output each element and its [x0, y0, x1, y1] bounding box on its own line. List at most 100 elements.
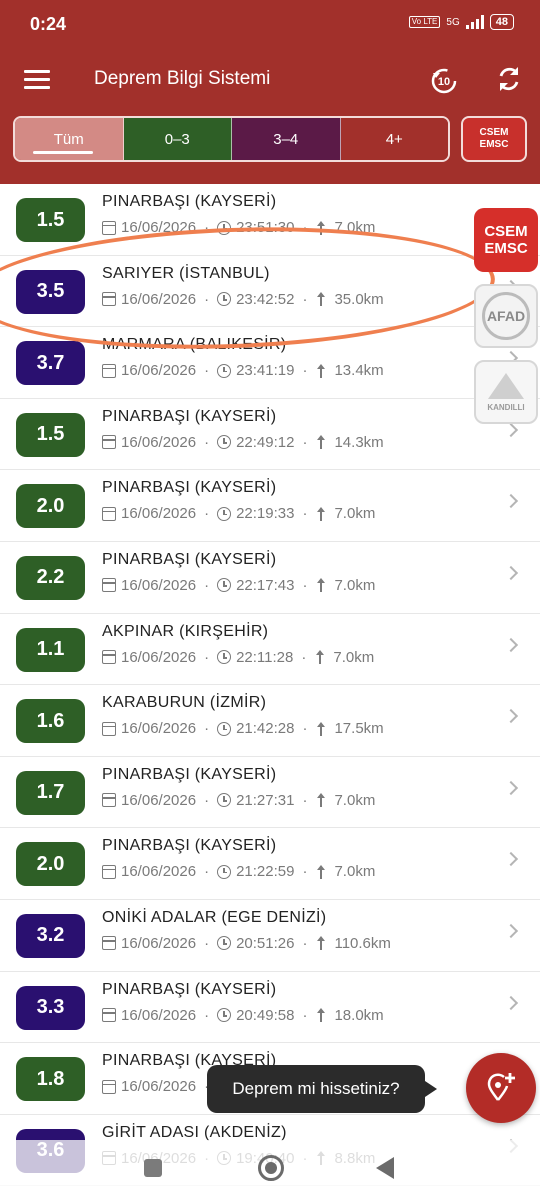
earthquake-row[interactable]: 3.2 ONİKİ ADALAR (EGE DENİZİ) 16/06/2026 · 2… — [0, 900, 540, 972]
magnitude-badge: 2.2 — [16, 555, 85, 600]
earthquake-row[interactable]: 1.1 AKPINAR (KIRŞEHİR) 16/06/2026 · 22:11:28… — [0, 614, 540, 686]
separator-dot: · — [301, 648, 307, 666]
location-label: SARIYER (İSTANBUL) — [102, 264, 270, 282]
depth-arrow-icon — [315, 721, 329, 736]
magnitude-badge: 1.5 — [16, 198, 85, 242]
quake-time: 21:42:28 — [236, 720, 295, 738]
report-felt-quake-button[interactable] — [466, 1053, 536, 1123]
filter-bar: Tüm 0–3 3–4 4+ CSEM EMSC — [0, 112, 540, 184]
separator-dot: · — [302, 433, 308, 451]
clock-icon — [217, 1008, 232, 1023]
separator-dot: · — [204, 362, 210, 380]
calendar-icon — [102, 936, 116, 951]
quake-time: 23:41:19 — [236, 362, 295, 380]
back-button[interactable] — [376, 1157, 394, 1179]
filter-4-plus[interactable]: 4+ — [340, 118, 448, 160]
earthquake-row[interactable]: 1.6 KARABURUN (İZMİR) 16/06/2026 · 21:42:28 ·… — [0, 685, 540, 757]
separator-dot: · — [302, 791, 308, 809]
location-label: KARABURUN (İZMİR) — [102, 694, 267, 712]
quake-depth: 14.3km — [334, 433, 384, 451]
separator-dot: · — [204, 720, 210, 738]
quake-meta: 16/06/2026 · 22:49:12 · 14.3km — [102, 434, 384, 451]
quake-date: 16/06/2026 — [121, 576, 197, 594]
recents-button[interactable] — [144, 1159, 162, 1177]
afad-label: AFAD — [486, 308, 526, 324]
separator-dot: · — [204, 648, 210, 666]
calendar-icon — [102, 1079, 116, 1094]
earthquake-row[interactable]: 3.7 MARMARA (BALIKESİR) 16/06/2026 · 23:41:1… — [0, 327, 540, 399]
quake-meta: 16/06/2026 · 23:41:19 · 13.4km — [102, 362, 384, 379]
filter-3-4[interactable]: 3–4 — [232, 118, 341, 160]
location-label: PINARBAŞI (KAYSERİ) — [102, 550, 277, 568]
quake-depth: 7.0km — [333, 648, 375, 666]
separator-dot: · — [302, 505, 308, 523]
kandilli-side-button[interactable]: KANDILLI — [474, 360, 538, 424]
earthquake-row[interactable]: 2.0 PINARBAŞI (KAYSERİ) 16/06/2026 · 22:19:3… — [0, 470, 540, 542]
quake-date: 16/06/2026 — [121, 433, 197, 451]
felt-quake-tooltip: Deprem mi hissetiniz? — [207, 1065, 437, 1113]
quake-meta: 16/06/2026 · 20:49:58 · 18.0km — [102, 1007, 384, 1024]
quake-date: 16/06/2026 — [121, 290, 197, 308]
app-title: Deprem Bilgi Sistemi — [94, 68, 271, 89]
magnitude-badge: 2.0 — [16, 842, 85, 887]
calendar-icon — [102, 1008, 116, 1023]
magnitude-badge: 3.7 — [16, 341, 85, 386]
quake-depth: 110.6km — [334, 934, 391, 952]
earthquake-row[interactable]: 3.3 PINARBAŞI (KAYSERİ) 16/06/2026 · 20:49:5… — [0, 972, 540, 1044]
side-csem-label: CSEM — [484, 223, 528, 240]
magnitude-badge: 3.5 — [16, 269, 85, 314]
quake-depth: 7.0km — [334, 791, 376, 809]
location-label: PINARBAŞI (KAYSERİ) — [102, 479, 277, 497]
menu-icon[interactable] — [24, 70, 50, 90]
depth-arrow-icon — [315, 936, 329, 951]
quake-meta: 16/06/2026 · 22:19:33 · 7.0km — [102, 505, 375, 522]
separator-dot: · — [204, 576, 210, 594]
chevron-right-icon — [503, 995, 519, 1010]
filter-all[interactable]: Tüm — [15, 118, 124, 160]
depth-arrow-icon — [315, 292, 329, 307]
afad-side-button[interactable]: AFAD — [474, 284, 538, 348]
depth-arrow-icon — [315, 578, 329, 593]
magnitude-badge: 1.5 — [16, 412, 85, 457]
quake-meta: 16/06/2026 · 21:27:31 · 7.0km — [102, 792, 375, 809]
separator-dot: · — [204, 863, 210, 881]
depth-arrow-icon — [315, 1008, 329, 1023]
depth-arrow-icon — [315, 506, 329, 521]
quake-meta: 16/06/2026 · 21:42:28 · 17.5km — [102, 720, 384, 737]
chevron-right-icon — [503, 709, 519, 724]
quake-time: 23:42:52 — [236, 290, 295, 308]
quake-meta: 16/06/2026 · 20:51:26 · 110.6km — [102, 935, 391, 952]
location-label: MARMARA (BALIKESİR) — [102, 336, 287, 354]
csem-emsc-source-button[interactable]: CSEM EMSC — [461, 116, 527, 162]
quake-date: 16/06/2026 — [121, 219, 197, 236]
home-button[interactable] — [258, 1155, 284, 1181]
earthquake-row[interactable]: 1.7 PINARBAŞI (KAYSERİ) 16/06/2026 · 21:27:3… — [0, 757, 540, 829]
clock-icon — [217, 220, 232, 235]
csem-emsc-side-button[interactable]: CSEM EMSC — [474, 208, 538, 272]
volte-icon: Vo LTE — [408, 16, 441, 28]
last-10-history-icon[interactable]: 10 — [428, 64, 460, 96]
calendar-icon — [102, 363, 116, 378]
calendar-icon — [102, 435, 116, 450]
calendar-icon — [102, 506, 116, 521]
calendar-icon — [102, 220, 116, 235]
magnitude-badge: 3.2 — [16, 913, 85, 958]
status-icons: Vo LTE 5G 48 — [408, 14, 514, 30]
quake-time: 22:17:43 — [236, 576, 295, 594]
calendar-icon — [102, 578, 116, 593]
earthquake-row[interactable]: 1.5 PINARBAŞI (KAYSERİ) 16/06/2026 · 23:51:3… — [0, 184, 540, 256]
filter-0-3[interactable]: 0–3 — [123, 118, 232, 160]
earthquake-row[interactable]: 1.5 PINARBAŞI (KAYSERİ) 16/06/2026 · 22:49:1… — [0, 399, 540, 471]
earthquake-row[interactable]: 3.5 SARIYER (İSTANBUL) 16/06/2026 · 23:42:52… — [0, 256, 540, 328]
refresh-icon[interactable] — [494, 64, 524, 94]
depth-arrow-icon — [315, 793, 329, 808]
separator-dot: · — [302, 219, 308, 236]
earthquake-list: 1.5 PINARBAŞI (KAYSERİ) 16/06/2026 · 23:51:3… — [0, 184, 540, 1187]
earthquake-row[interactable]: 2.0 PINARBAŞI (KAYSERİ) 16/06/2026 · 21:22:5… — [0, 828, 540, 900]
quake-depth: 13.4km — [334, 362, 384, 380]
earthquake-row[interactable]: 2.2 PINARBAŞI (KAYSERİ) 16/06/2026 · 22:17:4… — [0, 542, 540, 614]
separator-dot: · — [204, 791, 210, 809]
quake-meta: 16/06/2026 · 22:17:43 · 7.0km — [102, 577, 375, 594]
depth-arrow-icon — [315, 220, 329, 235]
separator-dot: · — [204, 934, 210, 952]
